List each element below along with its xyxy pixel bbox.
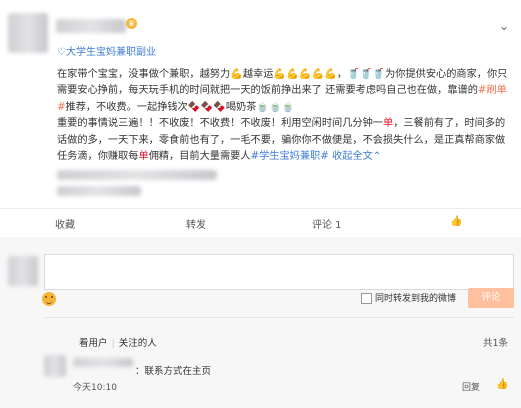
commenter-avatar[interactable] (44, 355, 66, 377)
my-avatar (8, 256, 38, 286)
comment-button[interactable]: 评论 1 (312, 216, 342, 231)
topic-tag-text: 大学生宝妈兼职副业 (65, 47, 156, 58)
post-text: 在家带个宝宝，没事做个兼职，越努力💪越幸运💪💪💪💪💪，🥤🥤🥤为你提供安心的商家，… (57, 69, 508, 97)
topic-tag[interactable]: ♡大学生宝妈兼职副业 (57, 43, 156, 58)
post-link[interactable]: ⌃ (373, 151, 382, 162)
post-link[interactable]: #学生宝妈兼职# (251, 151, 329, 162)
post-link[interactable]: 收起全文 (329, 151, 373, 162)
post-text: 重要的事情说三遍！！不收废！不收费！不收废！利用空闲时间几分钟一 (57, 118, 383, 130)
chevron-down-icon[interactable]: ⌄ (499, 19, 509, 33)
comment-time: 今天10:10 (73, 383, 117, 393)
commenter-name[interactable] (73, 358, 133, 367)
post-text: 单 (383, 118, 394, 130)
comment-input[interactable] (44, 254, 514, 290)
vip-crown-icon: ♛ (126, 18, 137, 29)
favorite-button[interactable]: 收藏 (55, 216, 75, 231)
reply-button[interactable]: 回复 (462, 380, 480, 393)
divider (44, 317, 514, 318)
filter-follow[interactable]: 关注的人 (119, 338, 157, 349)
filter-all[interactable]: 看用户 (79, 338, 108, 349)
post-text: 单 (138, 151, 149, 163)
emoji-icon[interactable] (42, 292, 56, 306)
post-body: 在家带个宝宝，没事做个兼职，越努力💪越幸运💪💪💪💪💪，🥤🥤🥤为你提供安心的商家，… (57, 67, 513, 165)
heart-icon: ♡ (57, 47, 66, 58)
repost-button[interactable]: 转发 (186, 216, 206, 231)
post-text: 佣精，目前大量需要人 (148, 151, 251, 163)
comment-count: 共1条 (483, 338, 509, 349)
repost-checkbox[interactable] (361, 293, 372, 304)
submit-comment-button[interactable]: 评论 (468, 288, 514, 308)
action-bar: 收藏 转发 评论 1 👍 (0, 208, 521, 238)
comment-text: ：联系方式在主页 (135, 366, 212, 377)
comment-like-icon[interactable]: 👍 (496, 379, 508, 390)
blurred-content (0, 166, 521, 208)
author-name[interactable] (56, 19, 126, 33)
comment-filters: 看用户 | 关注的人 (79, 338, 157, 349)
comment-area: 同时转发到我的微博 评论 看用户 | 关注的人 共1条 ：联系方式在主页 今天10:… (0, 237, 521, 408)
author-avatar[interactable] (8, 13, 48, 53)
thumb-up-icon[interactable]: 👍 (450, 216, 462, 227)
weibo-post-card: ♛ ♡大学生宝妈兼职副业 ⌄ 在家带个宝宝，没事做个兼职，越努力💪越幸运💪💪💪💪… (0, 0, 521, 408)
post-text: 推荐，不收费。一起挣钱次🍫🍫🍫喝奶茶🍵🍵🍵 (65, 101, 295, 113)
repost-checkbox-label: 同时转发到我的微博 (375, 294, 457, 304)
